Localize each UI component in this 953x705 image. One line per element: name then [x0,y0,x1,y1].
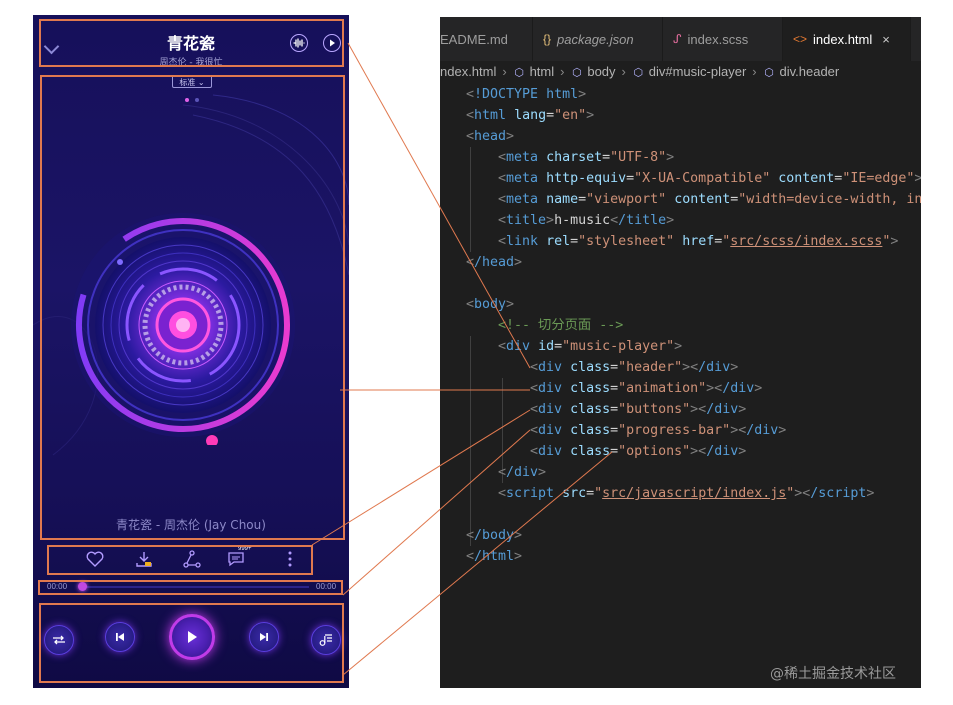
connector-lines [311,42,613,676]
